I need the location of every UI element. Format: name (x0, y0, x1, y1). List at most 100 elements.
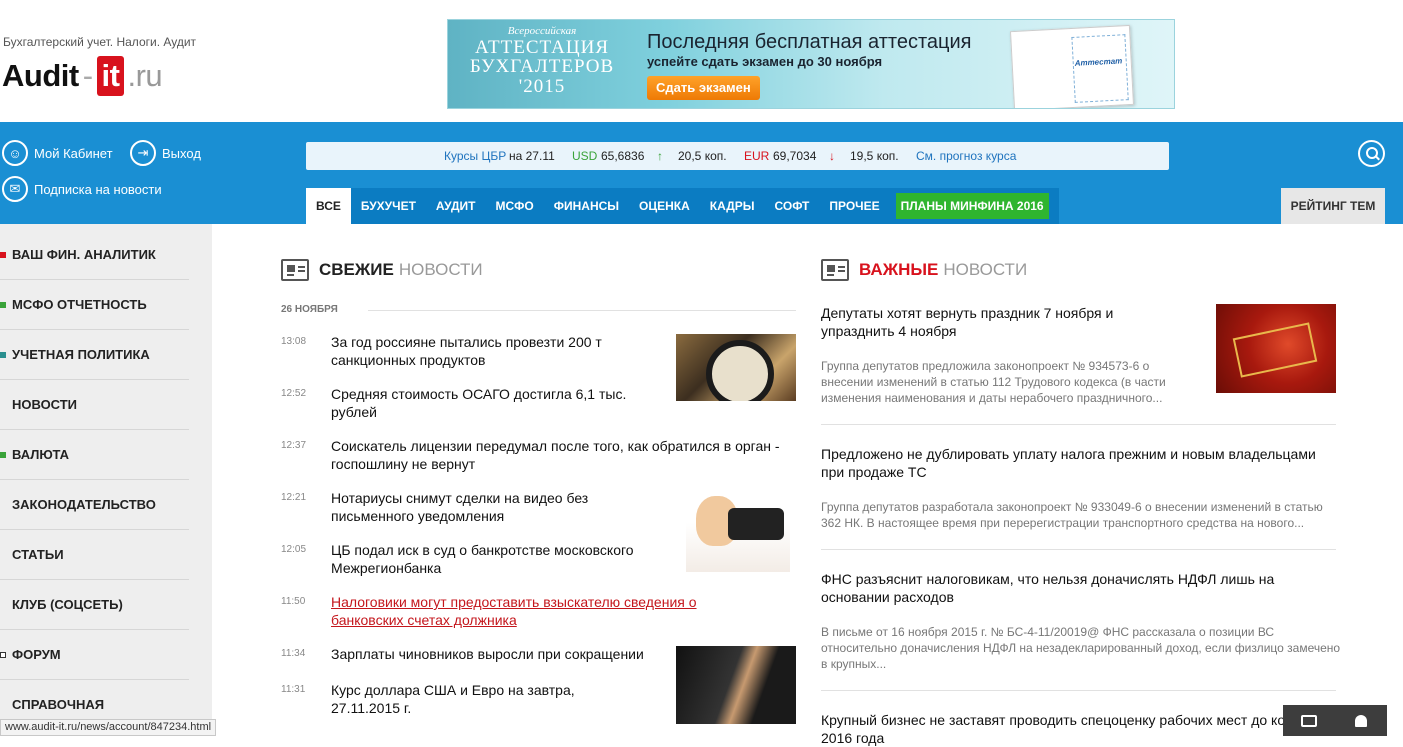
usd-value: 65,6836 (601, 149, 645, 163)
tab-valuation[interactable]: ОЦЕНКА (629, 188, 700, 224)
notary-video-news-image[interactable] (686, 490, 790, 572)
chat-icon (1301, 714, 1317, 727)
important-news-description: Группа депутатов разработала законопроек… (821, 500, 1323, 530)
eur-change: 19,5 коп. (850, 149, 899, 163)
news-divider (821, 424, 1336, 425)
sidebar-item-label: НОВОСТИ (12, 397, 78, 412)
news-divider (821, 690, 1336, 691)
date-divider (368, 310, 796, 311)
november-holiday-news-image[interactable] (1216, 304, 1336, 393)
tab-all[interactable]: ВСЕ (306, 188, 351, 224)
banner-subtitle: успейте сдать экзамен до 30 ноября (647, 54, 883, 69)
bell-icon (1355, 714, 1367, 727)
fresh-news-word2: НОВОСТИ (398, 260, 483, 279)
envelope-icon: ✉ (2, 176, 28, 202)
sidebar-item-label: УЧЕТНАЯ ПОЛИТИКА (12, 347, 150, 362)
eur-label: EUR (744, 149, 770, 163)
news-time: 12:37 (281, 440, 307, 451)
logout-icon: ⇥ (130, 140, 156, 166)
news-link[interactable]: Нотариусы снимут сделки на видео без пис… (331, 489, 631, 525)
news-link[interactable]: Средняя стоимость ОСАГО достигла 6,1 тыс… (331, 385, 661, 421)
sidebar-item-label: ВАЛЮТА (12, 447, 70, 462)
important-news-heading: ВАЖНЫЕ НОВОСТИ (821, 259, 1027, 281)
sidebar-item-articles[interactable]: СТАТЬИ (0, 530, 189, 580)
news-time: 11:34 (281, 648, 306, 659)
attestation-banner[interactable]: Всероссийская АТТЕСТАЦИЯ БУХГАЛТЕРОВ '20… (447, 19, 1175, 109)
fresh-news-word1: СВЕЖИЕ (319, 260, 394, 279)
site-tagline: Бухгалтерский учет. Налоги. Аудит (3, 35, 197, 49)
tab-audit[interactable]: АУДИТ (426, 188, 486, 224)
sidebar-item-accounting-policy[interactable]: УЧЕТНАЯ ПОЛИТИКА (0, 330, 189, 380)
news-date-label: 26 НОЯБРЯ (281, 304, 338, 315)
news-link[interactable]: За год россияне пытались провезти 200 т … (331, 333, 671, 369)
sanctions-news-image[interactable] (676, 334, 796, 401)
tab-software[interactable]: СОФТ (765, 188, 820, 224)
site-header: Бухгалтерский учет. Налоги. Аудит Audit … (0, 0, 1403, 122)
tab-finance[interactable]: ФИНАНСЫ (544, 188, 629, 224)
sidebar-item-club[interactable]: КЛУБ (СОЦСЕТЬ) (0, 580, 189, 630)
usd-change: 20,5 коп. (678, 149, 727, 163)
category-menu: ВСЕ БУХУЧЕТ АУДИТ МСФО ФИНАНСЫ ОЦЕНКА КА… (306, 188, 1059, 224)
newspaper-icon (281, 259, 309, 281)
news-link[interactable]: Курс доллара США и Евро на завтра, 27.11… (331, 681, 611, 717)
sidebar-item-currency[interactable]: ВАЛЮТА (0, 430, 189, 480)
news-time: 12:52 (281, 388, 307, 399)
news-link[interactable]: Зарплаты чиновников выросли при сокращен… (331, 645, 671, 663)
sidebar-item-label: ЗАКОНОДАТЕЛЬСТВО (12, 497, 156, 512)
salaries-news-image[interactable] (676, 646, 796, 724)
news-link[interactable]: Соискатель лицензии передумал после того… (331, 437, 797, 473)
forum-marker-icon (0, 652, 6, 658)
topics-rating-button[interactable]: РЕЙТИНГ ТЕМ (1281, 188, 1385, 224)
important-news-title[interactable]: Крупный бизнес не заставят проводить спе… (821, 711, 1341, 747)
sidebar-item-news[interactable]: НОВОСТИ (0, 380, 189, 430)
fresh-news-heading: СВЕЖИЕ НОВОСТИ (281, 259, 483, 281)
sidebar-item-label: ВАШ ФИН. АНАЛИТИК (12, 247, 156, 262)
tab-accounting[interactable]: БУХУЧЕТ (351, 188, 426, 224)
notifications-button[interactable] (1335, 705, 1387, 736)
news-divider (821, 549, 1336, 550)
sidebar-item-forum[interactable]: ФОРУМ (0, 630, 189, 680)
sidebar-item-label: КЛУБ (СОЦСЕТЬ) (12, 597, 123, 612)
logo-part-it: it (96, 56, 125, 96)
rates-label[interactable]: Курсы ЦБР (444, 142, 506, 170)
green-marker-icon (0, 302, 6, 308)
take-exam-button[interactable]: Сдать экзамен (647, 76, 760, 100)
sidebar-item-fin-analyst[interactable]: ВАШ ФИН. АНАЛИТИК (0, 230, 189, 280)
sidebar-item-ifrs-reporting[interactable]: МСФО ОТЧЕТНОСТЬ (0, 280, 189, 330)
currency-rates-bar: Курсы ЦБР на 27.11 USD 65,6836 ↑ 20,5 ко… (306, 142, 1169, 170)
rate-forecast-link[interactable]: См. прогноз курса (916, 142, 1016, 170)
news-time: 13:08 (281, 336, 307, 347)
news-subscription-link[interactable]: ✉ Подписка на новости (2, 176, 162, 202)
chat-button[interactable] (1283, 705, 1335, 736)
logo-part-audit: Audit (2, 58, 79, 93)
search-icon[interactable] (1358, 140, 1385, 167)
tab-hr[interactable]: КАДРЫ (700, 188, 765, 224)
banner-line-3: '2015 (518, 76, 566, 98)
important-news-description: В письме от 16 ноября 2015 г. № БС-4-11/… (821, 625, 1341, 671)
logout-link[interactable]: ⇥ Выход (130, 140, 201, 166)
sidebar-item-legislation[interactable]: ЗАКОНОДАТЕЛЬСТВО (0, 480, 189, 530)
news-time: 11:50 (281, 596, 306, 607)
left-sidebar: ВАШ ФИН. АНАЛИТИК МСФО ОТЧЕТНОСТЬ УЧЕТНА… (0, 224, 212, 736)
news-link-hovered[interactable]: Налоговики могут предоставить взыскателю… (331, 593, 731, 629)
banner-title: Последняя бесплатная аттестация (647, 31, 972, 53)
important-news-word1: ВАЖНЫЕ (859, 260, 939, 279)
important-news-title[interactable]: ФНС разъяснит налоговикам, что нельзя до… (821, 570, 1341, 606)
news-link[interactable]: ЦБ подал иск в суд о банкротстве московс… (331, 541, 671, 577)
my-cabinet-link[interactable]: ☺ Мой Кабинет (2, 140, 113, 166)
news-time: 12:05 (281, 544, 307, 555)
tab-minfin-plans-2016[interactable]: ПЛАНЫ МИНФИНА 2016 (895, 193, 1049, 219)
eur-value: 69,7034 (773, 149, 817, 163)
eur-down-arrow-icon: ↓ (829, 149, 835, 163)
news-subscription-label: Подписка на новости (34, 181, 162, 197)
status-bar-url: www.audit-it.ru/news/account/847234.html (0, 719, 217, 736)
site-logo[interactable]: Audit - it .ru (2, 56, 163, 96)
tab-ifrs[interactable]: МСФО (486, 188, 544, 224)
my-cabinet-label: Мой Кабинет (34, 145, 113, 161)
important-news-title[interactable]: Депутаты хотят вернуть праздник 7 ноября… (821, 304, 1161, 340)
important-news-title[interactable]: Предложено не дублировать уплату налога … (821, 445, 1341, 481)
important-news-description: Группа депутатов предложила законопроект… (821, 359, 1166, 405)
tab-other[interactable]: ПРОЧЕЕ (819, 188, 889, 224)
user-icon: ☺ (2, 140, 28, 166)
banner-line-2: БУХГАЛТЕРОВ (469, 56, 615, 78)
